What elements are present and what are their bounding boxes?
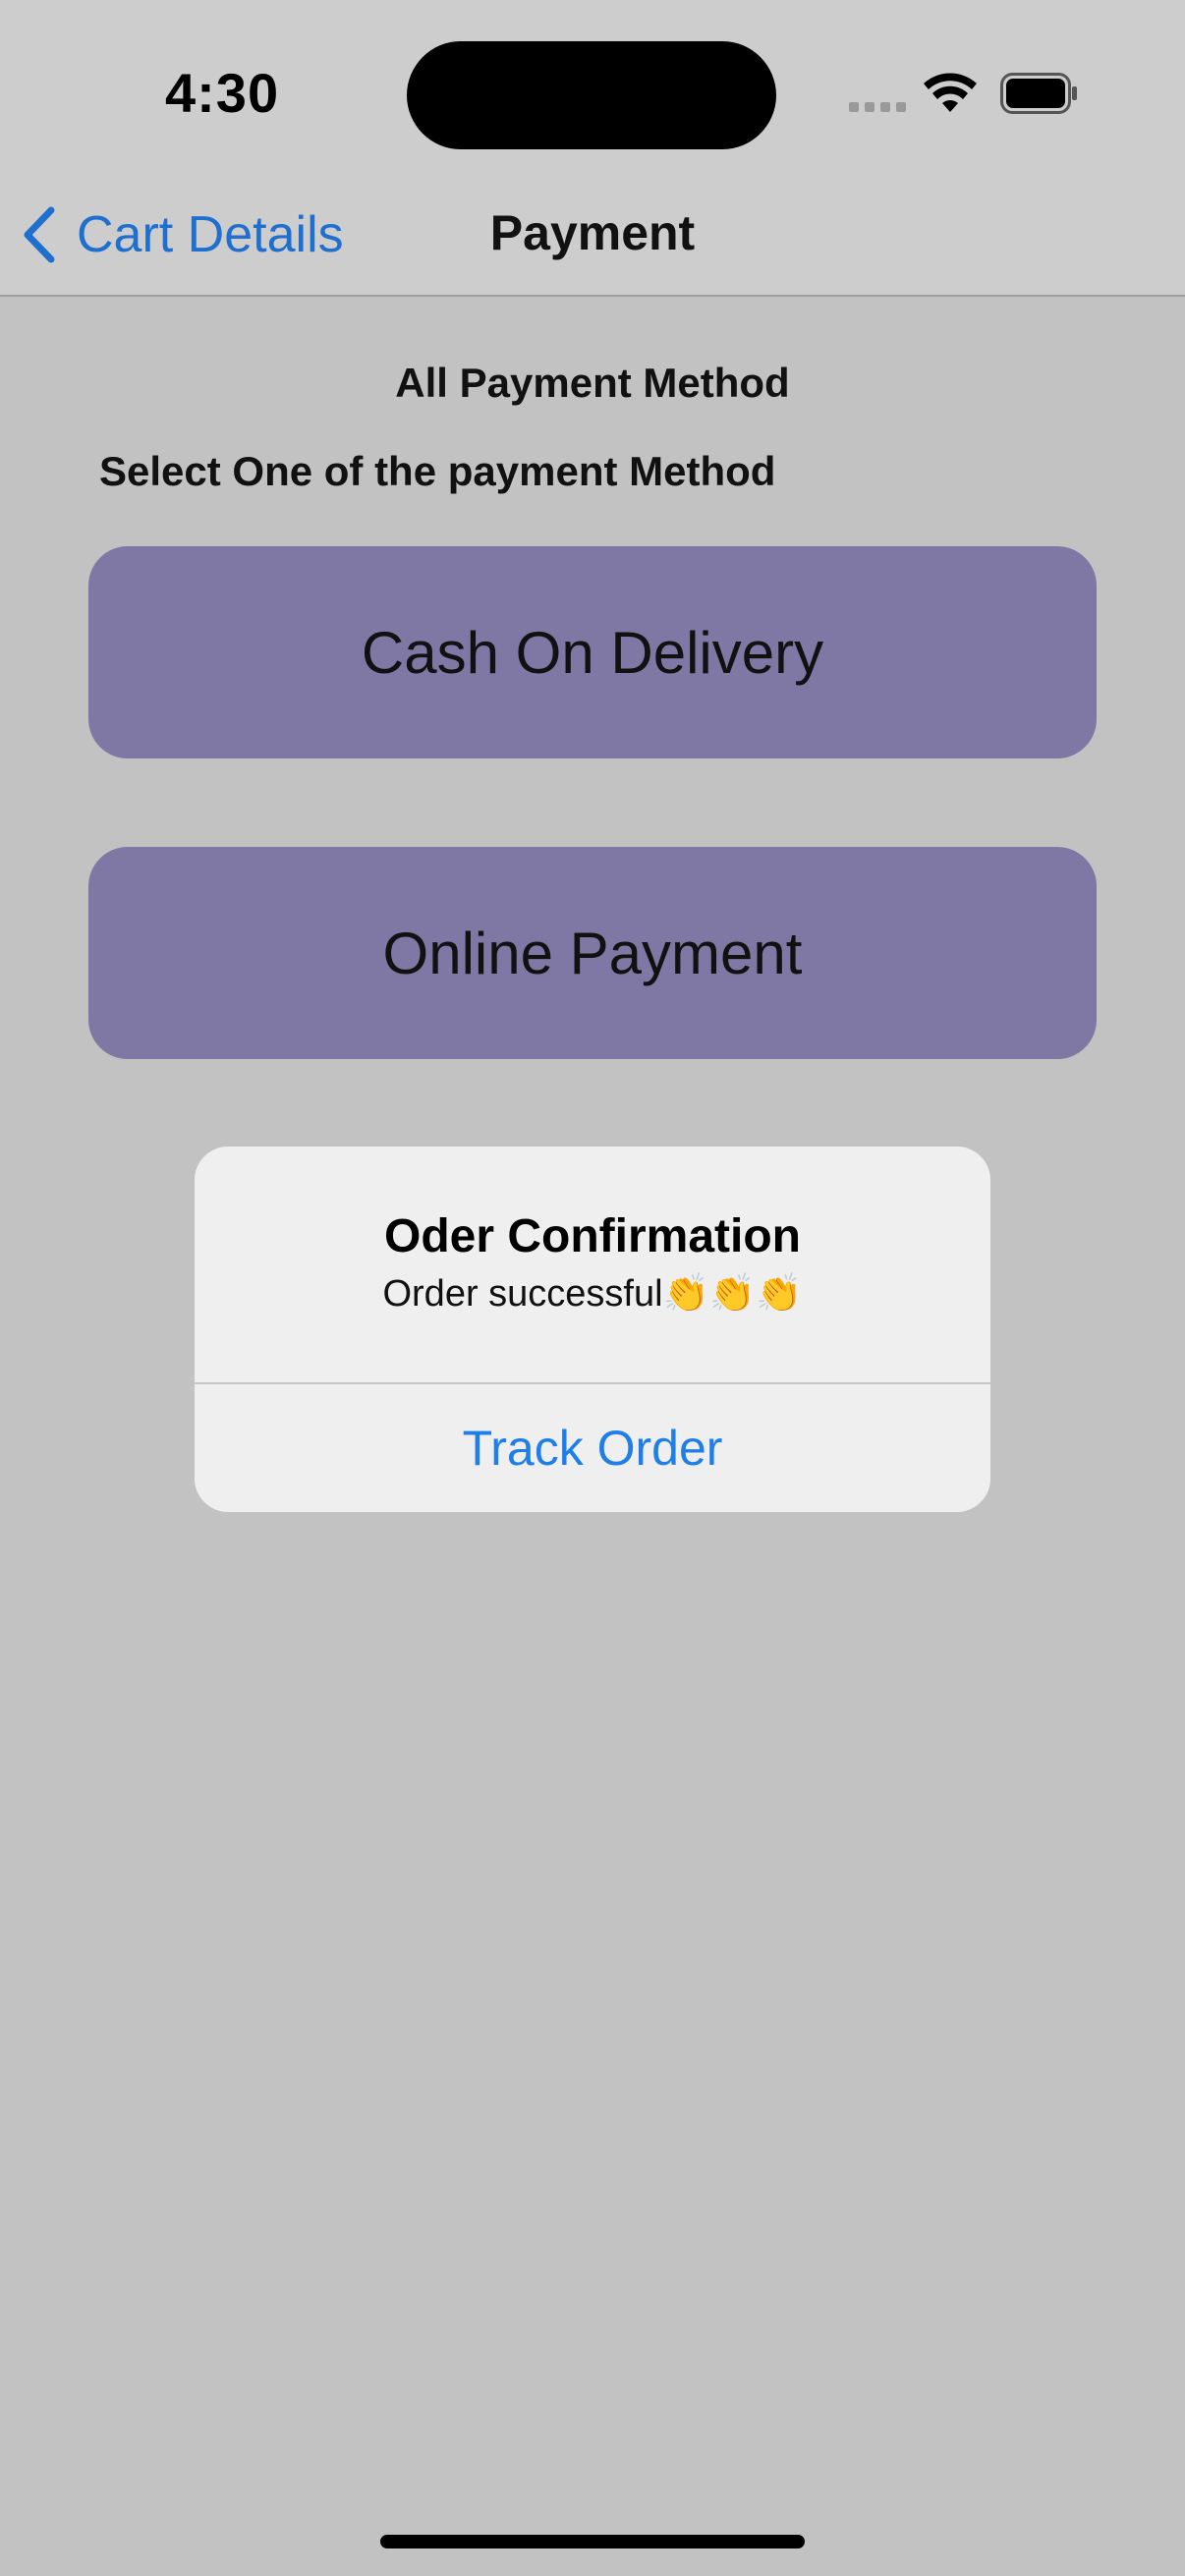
section-title: All Payment Method <box>395 360 790 406</box>
status-time: 4:30 <box>165 62 280 124</box>
wifi-icon <box>924 73 977 112</box>
payment-screen: 4:30 Cart Details Payment All Payment Me… <box>0 0 1185 2576</box>
cash-on-delivery-button[interactable]: Cash On Delivery <box>88 546 1097 758</box>
section-subtitle: Select One of the payment Method <box>99 448 776 494</box>
back-button[interactable]: Cart Details <box>20 200 344 269</box>
home-indicator[interactable] <box>380 2535 805 2548</box>
cellular-signal-icon <box>849 102 906 112</box>
alert-message: Order successful👏👏👏 <box>382 1273 803 1315</box>
order-confirmation-alert: Oder Confirmation Order successful👏👏👏 Tr… <box>195 1147 990 1512</box>
back-button-label: Cart Details <box>77 206 344 263</box>
dynamic-island <box>407 41 776 149</box>
chevron-left-icon <box>24 206 55 263</box>
online-payment-button[interactable]: Online Payment <box>88 847 1097 1059</box>
alert-title: Oder Confirmation <box>383 1210 801 1262</box>
battery-icon <box>1000 73 1077 114</box>
track-order-button[interactable]: Track Order <box>195 1384 990 1512</box>
status-bar: 4:30 <box>0 0 1185 177</box>
navigation-bar: Cart Details Payment <box>0 177 1185 297</box>
